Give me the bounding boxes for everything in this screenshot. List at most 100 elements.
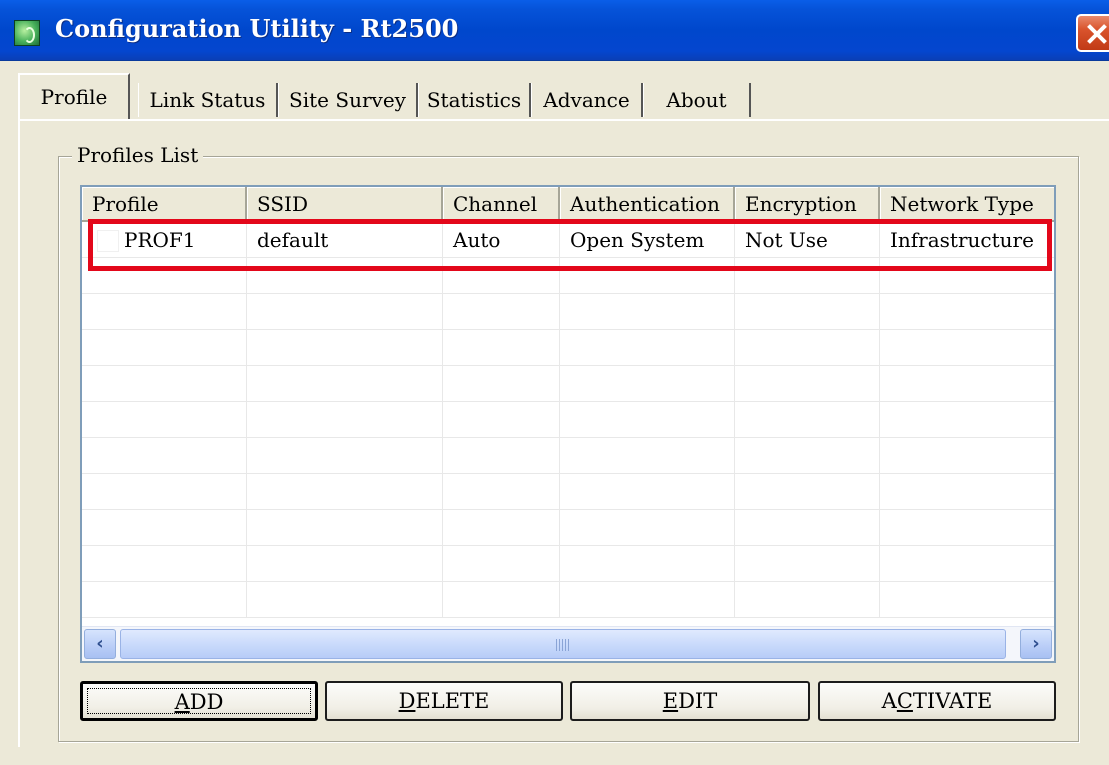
tab-site-survey[interactable]: Site Survey bbox=[278, 83, 418, 117]
empty-cell bbox=[735, 402, 880, 438]
column-header-channel[interactable]: Channel bbox=[443, 187, 560, 222]
tab-profile[interactable]: Profile bbox=[18, 73, 130, 119]
empty-cell bbox=[247, 438, 443, 474]
empty-cell bbox=[560, 366, 735, 402]
empty-cell bbox=[82, 294, 247, 330]
grip-icon bbox=[556, 639, 570, 651]
cell-channel: Auto bbox=[443, 222, 560, 258]
empty-cell bbox=[735, 366, 880, 402]
window-title: Configuration Utility - Rt2500 bbox=[55, 14, 459, 43]
empty-cell bbox=[247, 330, 443, 366]
empty-cell bbox=[82, 546, 247, 582]
empty-cell bbox=[443, 438, 560, 474]
empty-cell bbox=[443, 294, 560, 330]
empty-row bbox=[82, 438, 1054, 474]
cell-encryption: Not Use bbox=[735, 222, 880, 258]
empty-cell bbox=[560, 582, 735, 618]
title-bar[interactable]: Configuration Utility - Rt2500 bbox=[0, 0, 1109, 61]
empty-cell bbox=[247, 294, 443, 330]
empty-cell bbox=[247, 582, 443, 618]
empty-row bbox=[82, 582, 1054, 618]
empty-cell bbox=[247, 402, 443, 438]
empty-cell bbox=[560, 546, 735, 582]
empty-cell bbox=[735, 330, 880, 366]
list-header: Profile SSID Channel Authentication Encr… bbox=[82, 187, 1054, 222]
empty-row bbox=[82, 474, 1054, 510]
activate-mnemonic: C bbox=[896, 689, 913, 713]
profiles-list[interactable]: Profile SSID Channel Authentication Encr… bbox=[80, 185, 1056, 663]
activate-label-prefix: A bbox=[881, 689, 897, 713]
delete-mnemonic: D bbox=[398, 689, 416, 713]
empty-cell bbox=[82, 438, 247, 474]
empty-cell bbox=[82, 582, 247, 618]
cell-authentication: Open System bbox=[560, 222, 735, 258]
empty-cell bbox=[560, 510, 735, 546]
empty-cell bbox=[735, 582, 880, 618]
empty-cell bbox=[735, 294, 880, 330]
empty-cell bbox=[560, 402, 735, 438]
table-row[interactable]: PROF1 default Auto Open System Not Use I… bbox=[82, 222, 1054, 258]
empty-row bbox=[82, 546, 1054, 582]
empty-cell bbox=[735, 438, 880, 474]
activate-label-rest: TIVATE bbox=[912, 689, 993, 713]
empty-cell bbox=[443, 582, 560, 618]
empty-row bbox=[82, 258, 1054, 294]
arrow-right-icon[interactable]: › bbox=[1020, 629, 1052, 659]
column-header-ssid[interactable]: SSID bbox=[247, 187, 443, 222]
delete-button[interactable]: DELETE bbox=[325, 681, 563, 721]
tab-about[interactable]: About bbox=[643, 83, 751, 117]
empty-cell bbox=[247, 474, 443, 510]
empty-row bbox=[82, 366, 1054, 402]
delete-label-rest: ELETE bbox=[415, 689, 490, 713]
empty-cell bbox=[560, 438, 735, 474]
cell-ssid: default bbox=[247, 222, 443, 258]
empty-cell bbox=[247, 258, 443, 294]
horizontal-scrollbar[interactable]: ‹ › bbox=[82, 626, 1054, 661]
empty-cell bbox=[735, 474, 880, 510]
empty-cell bbox=[735, 258, 880, 294]
empty-cell bbox=[247, 366, 443, 402]
empty-cell bbox=[82, 258, 247, 294]
empty-cell bbox=[443, 546, 560, 582]
focus-ring bbox=[87, 688, 311, 714]
empty-cell bbox=[443, 258, 560, 294]
add-button[interactable]: ADD bbox=[80, 681, 318, 721]
cell-profile: PROF1 bbox=[82, 222, 247, 258]
tab-statistics[interactable]: Statistics bbox=[418, 83, 531, 117]
list-body: PROF1 default Auto Open System Not Use I… bbox=[82, 222, 1054, 627]
edit-mnemonic: E bbox=[662, 689, 679, 713]
empty-row bbox=[82, 402, 1054, 438]
empty-cell bbox=[443, 366, 560, 402]
scroll-thumb[interactable] bbox=[120, 629, 1006, 659]
empty-cell bbox=[247, 510, 443, 546]
empty-cell bbox=[82, 474, 247, 510]
tab-advance[interactable]: Advance bbox=[531, 83, 643, 117]
empty-cell bbox=[443, 510, 560, 546]
tab-link-status[interactable]: Link Status bbox=[138, 83, 278, 117]
empty-row bbox=[82, 294, 1054, 330]
empty-cell bbox=[560, 294, 735, 330]
close-icon[interactable] bbox=[1076, 14, 1109, 52]
empty-cell bbox=[443, 474, 560, 510]
app-icon bbox=[14, 20, 40, 46]
arrow-left-icon[interactable]: ‹ bbox=[84, 629, 116, 659]
edit-button[interactable]: EDIT bbox=[570, 681, 810, 721]
tab-strip: Profile Link Status Site Survey Statisti… bbox=[18, 73, 1109, 123]
empty-row bbox=[82, 510, 1054, 546]
cell-network-type: Infrastructure bbox=[880, 222, 1054, 258]
edit-label-rest: DIT bbox=[678, 689, 718, 713]
empty-row bbox=[82, 330, 1054, 366]
column-header-profile[interactable]: Profile bbox=[82, 187, 247, 222]
column-header-network-type[interactable]: Network Type bbox=[880, 187, 1054, 222]
empty-cell bbox=[443, 402, 560, 438]
empty-cell bbox=[560, 330, 735, 366]
empty-cell bbox=[82, 510, 247, 546]
column-header-authentication[interactable]: Authentication bbox=[560, 187, 735, 222]
empty-cell bbox=[735, 510, 880, 546]
profiles-list-label: Profiles List bbox=[72, 142, 204, 168]
empty-cell bbox=[560, 474, 735, 510]
empty-cell bbox=[443, 330, 560, 366]
activate-button[interactable]: ACTIVATE bbox=[818, 681, 1056, 721]
empty-cell bbox=[82, 366, 247, 402]
column-header-encryption[interactable]: Encryption bbox=[735, 187, 880, 222]
